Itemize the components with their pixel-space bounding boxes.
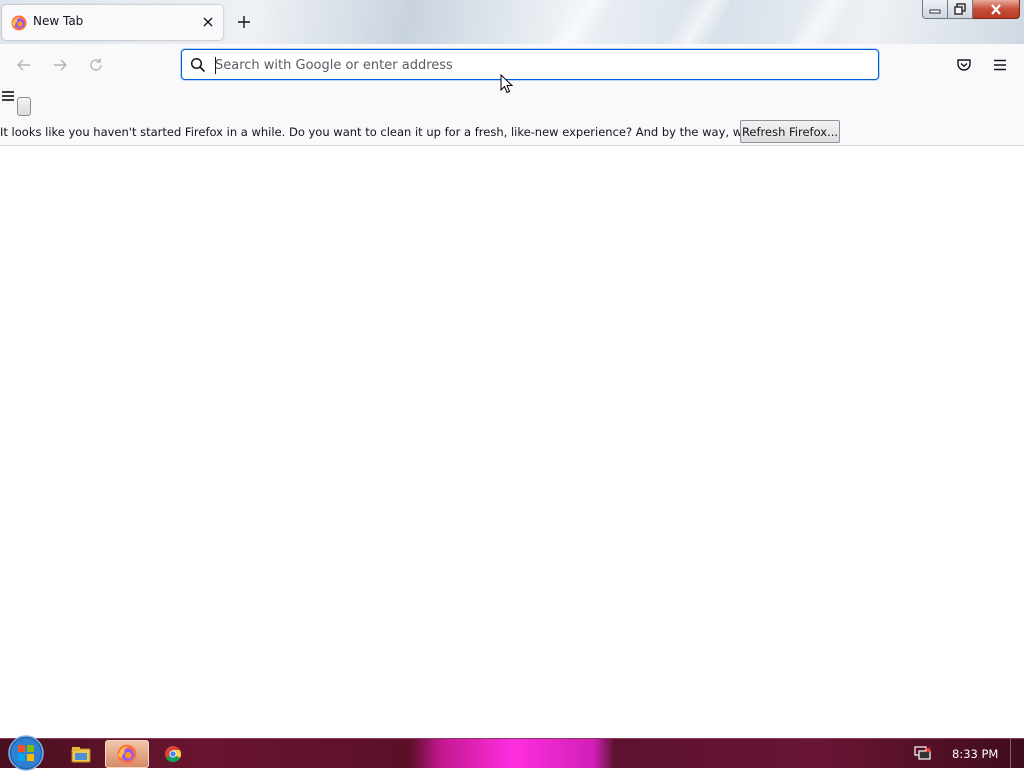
close-icon[interactable]: [200, 14, 216, 30]
plus-icon: [238, 16, 250, 28]
pocket-button[interactable]: [953, 54, 975, 76]
title-bar: New Tab: [0, 0, 1024, 44]
taskbar-file-explorer[interactable]: [59, 740, 103, 768]
mouse-cursor-icon: [500, 74, 514, 94]
close-icon: [991, 3, 1001, 15]
refresh-firefox-button[interactable]: Refresh Firefox...: [740, 120, 840, 143]
window-close-button[interactable]: [973, 0, 1020, 19]
back-button[interactable]: [13, 54, 35, 76]
url-input[interactable]: [215, 54, 865, 76]
show-desktop-button[interactable]: [1010, 739, 1024, 769]
firefox-icon: [117, 744, 137, 764]
new-tab-button[interactable]: [234, 12, 254, 32]
taskbar-chrome[interactable]: [151, 740, 195, 768]
chrome-icon: [165, 746, 182, 763]
taskbar: 8:33 PM: [0, 735, 1024, 771]
notification-message: It looks like you haven't started Firefo…: [0, 125, 820, 139]
back-arrow-icon: [17, 59, 30, 71]
window-controls: [922, 0, 1020, 20]
taskbar-clock[interactable]: 8:33 PM: [952, 747, 998, 761]
page-content: [0, 146, 1024, 738]
minimize-icon: [929, 9, 941, 14]
reload-button[interactable]: [85, 54, 107, 76]
windows-start-icon: [8, 735, 44, 771]
start-button[interactable]: [6, 733, 46, 771]
titlebar-decoration: [549, 0, 611, 44]
toolbar-toggle[interactable]: [17, 97, 31, 116]
app-menu-button[interactable]: [989, 54, 1011, 76]
refresh-notification-bar: It looks like you haven't started Firefo…: [0, 120, 1024, 146]
network-icon[interactable]: [914, 745, 932, 761]
restore-button[interactable]: [948, 0, 973, 19]
forward-arrow-icon: [54, 59, 67, 71]
taskbar-firefox[interactable]: [105, 740, 149, 768]
titlebar-decoration: [789, 0, 851, 44]
text-caret: [215, 57, 216, 74]
minimize-button[interactable]: [922, 0, 948, 19]
file-explorer-icon: [71, 747, 91, 763]
reload-icon: [90, 58, 102, 71]
forward-button[interactable]: [49, 54, 71, 76]
tab-new-tab[interactable]: New Tab: [2, 5, 223, 40]
titlebar-decoration: [669, 0, 731, 44]
restore-icon: [954, 3, 966, 15]
search-icon: [190, 57, 206, 73]
pocket-icon: [957, 59, 971, 71]
hamburger-menu-icon[interactable]: [2, 87, 14, 101]
firefox-icon: [11, 15, 27, 31]
tab-title: New Tab: [33, 14, 84, 28]
hamburger-menu-icon: [994, 59, 1006, 71]
address-bar[interactable]: [181, 49, 879, 80]
